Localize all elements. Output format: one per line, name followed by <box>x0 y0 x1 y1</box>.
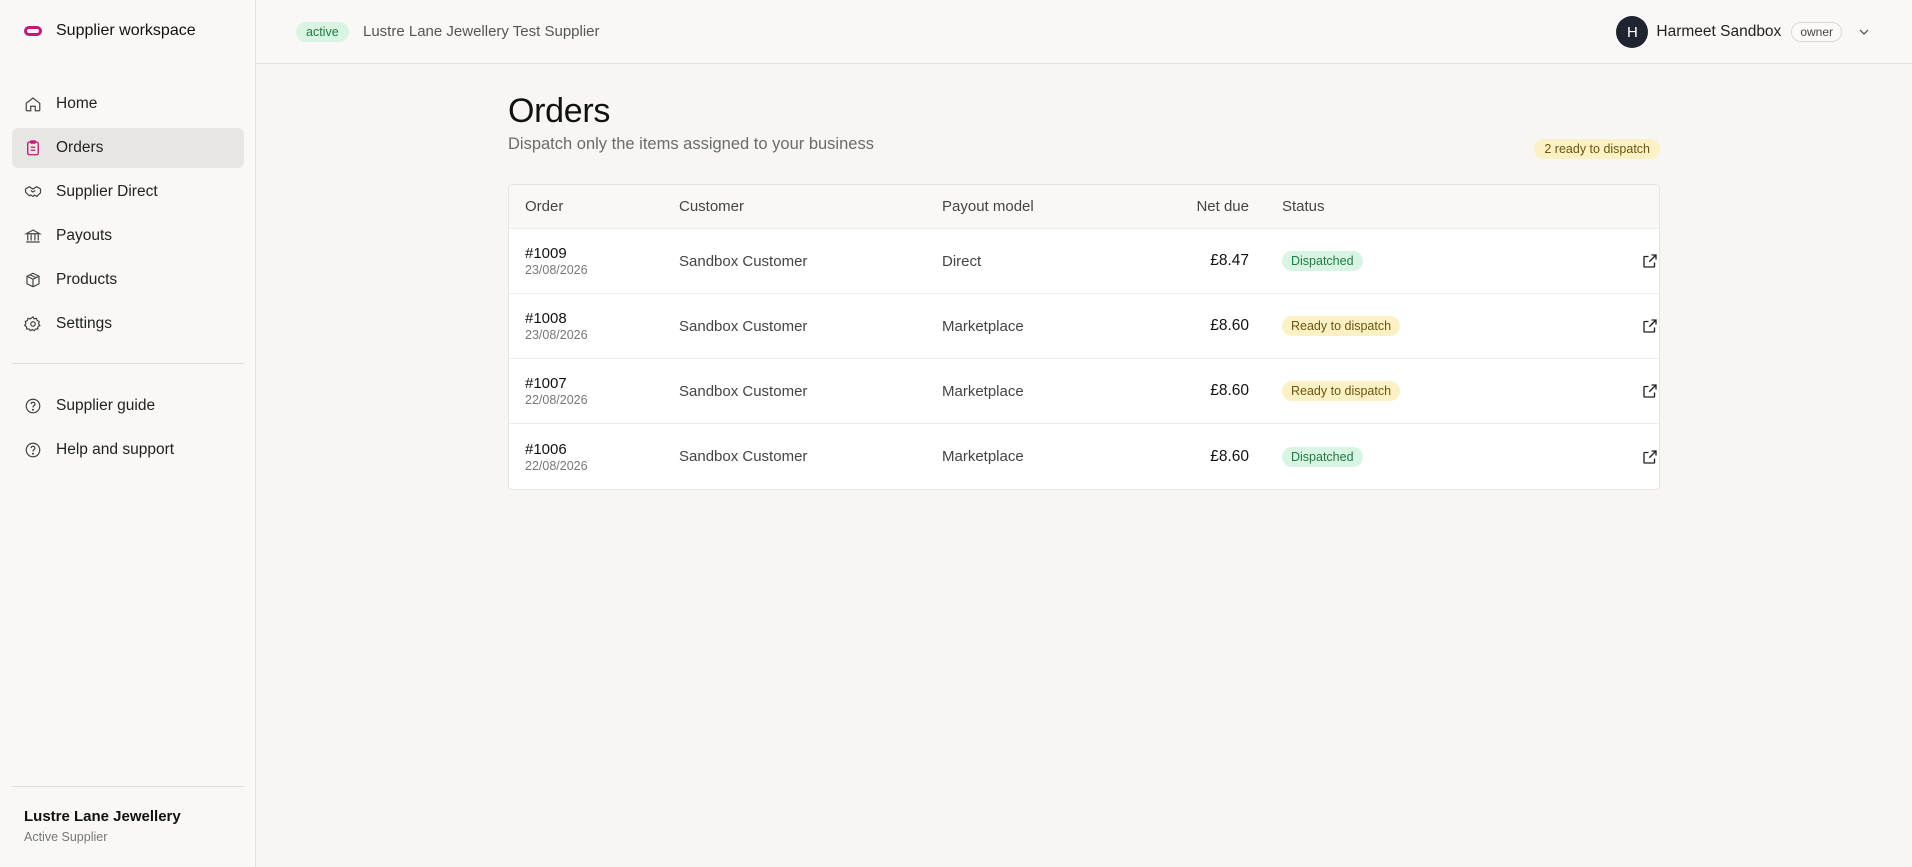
sidebar-divider <box>12 363 244 364</box>
sidebar-item-supplier-guide[interactable]: Supplier guide <box>12 386 244 426</box>
order-id: #1006 <box>525 440 567 458</box>
sidebar-footer: Lustre Lane Jewellery Active Supplier <box>24 808 181 844</box>
customer-name: Sandbox Customer <box>679 252 808 270</box>
sidebar-item-orders[interactable]: Orders <box>12 128 244 168</box>
external-link-icon[interactable] <box>1641 317 1659 335</box>
payout-model: Direct <box>942 252 982 270</box>
external-link-icon[interactable] <box>1641 382 1659 400</box>
help-circle-icon <box>24 441 42 459</box>
gear-icon <box>24 315 42 333</box>
sidebar: Supplier workspace Home Orders Supplier … <box>0 0 256 867</box>
sidebar-item-supplier-direct[interactable]: Supplier Direct <box>12 172 244 212</box>
status-badge: Ready to dispatch <box>1282 381 1401 401</box>
table-row[interactable]: #1006 22/08/2026 Sandbox Customer Marketp… <box>509 424 1659 489</box>
order-id: #1008 <box>525 310 567 327</box>
ready-count-badge: 2 ready to dispatch <box>1534 139 1660 159</box>
order-id: #1007 <box>525 375 567 392</box>
order-date: 23/08/2026 <box>525 263 588 277</box>
bank-icon <box>24 227 42 245</box>
sidebar-item-home[interactable]: Home <box>12 84 244 124</box>
brand[interactable]: Supplier workspace <box>24 22 196 40</box>
handshake-icon <box>24 183 42 201</box>
status-badge: active <box>296 22 349 42</box>
topbar: active Lustre Lane Jewellery Test Suppli… <box>256 0 1912 64</box>
clipboard-icon <box>24 139 42 157</box>
payout-model: Marketplace <box>942 382 1024 400</box>
sidebar-footer-divider <box>12 786 244 787</box>
sidebar-item-label: Products <box>56 271 118 288</box>
net-due: £8.60 <box>1210 447 1249 465</box>
sidebar-item-help-support[interactable]: Help and support <box>12 430 244 470</box>
home-icon <box>24 95 42 113</box>
customer-name: Sandbox Customer <box>679 317 808 335</box>
table-row[interactable]: #1008 23/08/2026 Sandbox Customer Marketp… <box>509 294 1659 359</box>
user-menu[interactable]: H Harmeet Sandbox owner <box>1616 16 1872 48</box>
net-due: £8.60 <box>1210 382 1249 399</box>
external-link-icon[interactable] <box>1641 252 1659 270</box>
sidebar-item-label: Home <box>56 95 98 112</box>
external-link-icon[interactable] <box>1641 448 1659 466</box>
table-row[interactable]: #1009 23/08/2026 Sandbox Customer Direct … <box>509 229 1659 294</box>
page-subtitle: Dispatch only the items assigned to your… <box>508 135 874 153</box>
role-badge: owner <box>1791 22 1842 42</box>
order-date: 23/08/2026 <box>525 328 588 342</box>
payout-model: Marketplace <box>942 448 1024 465</box>
main-content: Orders Dispatch only the items assigned … <box>508 92 1660 490</box>
payout-model: Marketplace <box>942 317 1024 335</box>
box-icon <box>24 271 42 289</box>
user-name: Harmeet Sandbox <box>1656 23 1782 40</box>
column-header-order: Order <box>525 198 564 215</box>
brand-logo-icon <box>24 26 42 36</box>
column-header-customer: Customer <box>679 198 745 215</box>
net-due: £8.47 <box>1210 252 1249 269</box>
status-badge: Ready to dispatch <box>1282 316 1401 336</box>
sidebar-item-label: Orders <box>56 139 104 156</box>
table-row[interactable]: #1007 22/08/2026 Sandbox Customer Marketp… <box>509 359 1659 424</box>
sidebar-nav: Home Orders Supplier Direct Payouts Prod… <box>12 84 244 348</box>
customer-name: Sandbox Customer <box>679 382 808 400</box>
order-date: 22/08/2026 <box>525 458 588 473</box>
business-name: Lustre Lane Jewellery <box>24 808 181 825</box>
column-header-status: Status <box>1282 198 1325 215</box>
sidebar-item-label: Settings <box>56 315 113 332</box>
sidebar-item-label: Supplier Direct <box>56 183 158 200</box>
order-id: #1009 <box>525 245 567 262</box>
sidebar-item-settings[interactable]: Settings <box>12 304 244 344</box>
status-badge: Dispatched <box>1282 446 1363 467</box>
sidebar-secondary-nav: Supplier guide Help and support <box>12 386 244 474</box>
sidebar-item-label: Help and support <box>56 441 175 458</box>
help-circle-icon <box>24 397 42 415</box>
orders-table: Order Customer Payout model Net due Stat… <box>508 184 1660 490</box>
sidebar-item-label: Supplier guide <box>56 397 156 414</box>
column-header-net: Net due <box>1196 198 1249 215</box>
sidebar-item-payouts[interactable]: Payouts <box>12 216 244 256</box>
net-due: £8.60 <box>1210 317 1249 334</box>
customer-name: Sandbox Customer <box>679 448 808 465</box>
order-date: 22/08/2026 <box>525 393 588 407</box>
sidebar-item-products[interactable]: Products <box>12 260 244 300</box>
chevron-down-icon[interactable] <box>1856 24 1872 40</box>
business-status: Active Supplier <box>24 830 108 844</box>
sidebar-item-label: Payouts <box>56 227 113 244</box>
brand-name: Supplier workspace <box>56 22 196 39</box>
status-badge: Dispatched <box>1282 251 1363 271</box>
avatar: H <box>1616 16 1649 48</box>
page-title: Orders <box>508 92 611 130</box>
table-header: Order Customer Payout model Net due Stat… <box>509 185 1659 229</box>
supplier-title: Lustre Lane Jewellery Test Supplier <box>363 23 600 40</box>
column-header-payout: Payout model <box>942 198 1034 215</box>
